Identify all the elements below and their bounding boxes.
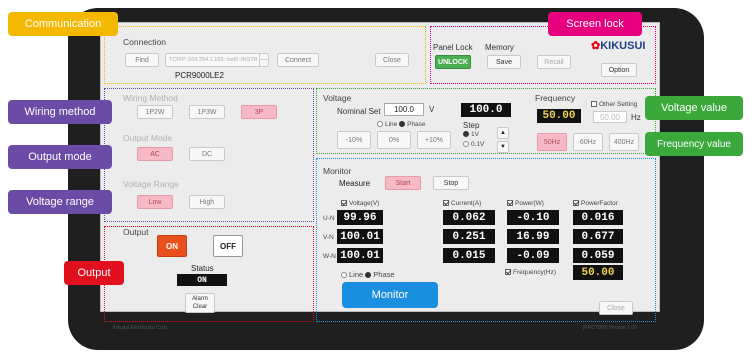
output-callout: Output xyxy=(64,261,124,285)
settings-region xyxy=(104,88,314,222)
footer-version: [PRC7060] Version 1.00 xyxy=(583,325,637,331)
voltage-range-callout: Voltage range xyxy=(8,190,112,214)
wiring-method-callout: Wiring method xyxy=(8,100,112,124)
voltage-frequency-region xyxy=(316,88,656,154)
screen-lock-callout: Screen lock xyxy=(548,12,642,36)
voltage-value-callout: Voltage value xyxy=(645,96,743,120)
communication-callout: Communication xyxy=(8,12,118,36)
footer-company: Kikusui Electronics Corp. xyxy=(113,325,169,331)
communication-region xyxy=(104,26,426,84)
output-mode-callout: Output mode xyxy=(8,145,112,169)
monitor-callout: Monitor xyxy=(342,282,438,308)
output-region xyxy=(104,226,314,322)
frequency-value-callout: Frequency value xyxy=(645,132,743,156)
